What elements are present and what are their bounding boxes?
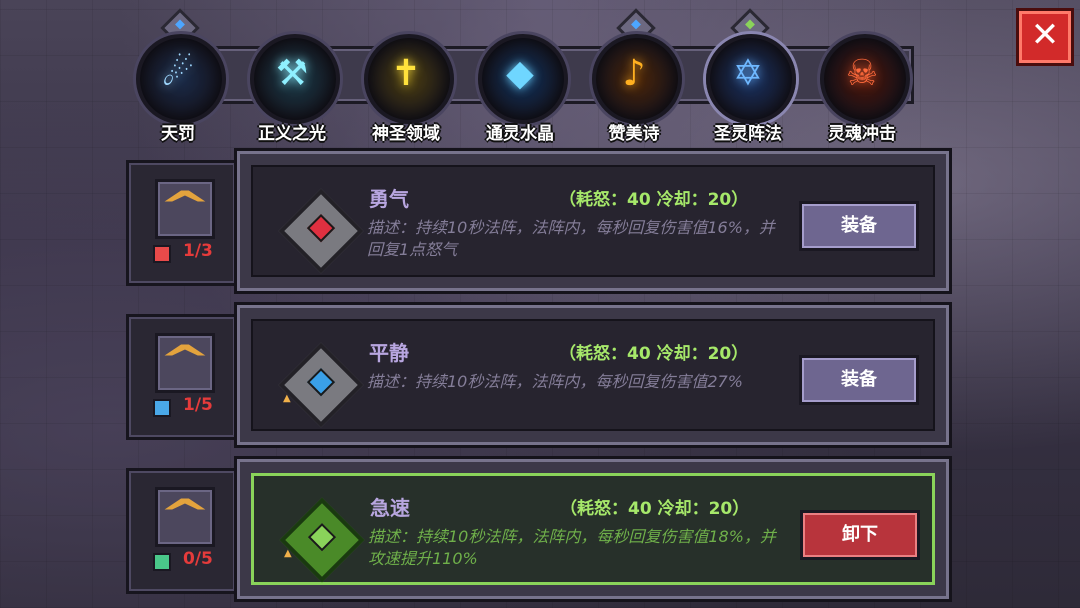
rune-name: 勇气 — [369, 187, 409, 211]
upgrade-button[interactable]: ^ — [155, 179, 215, 239]
rune-card: ▲ 平静 （耗怒：40 冷却：20） 描述：持续10秒法阵，法阵内，每秒回复伤害… — [234, 302, 952, 448]
rune-gem-icon — [278, 342, 364, 428]
rune-card-inner: ▲ 平静 （耗怒：40 冷却：20） 描述：持续10秒法阵，法阵内，每秒回复伤害… — [251, 319, 935, 431]
upgrade-button[interactable]: ^ — [155, 487, 215, 547]
skill-label: 灵魂冲击 — [828, 124, 896, 144]
skill-glyph-icon: ◆ — [506, 53, 534, 94]
rune-description: 描述：持续10秒法阵，法阵内，每秒回复伤害值27% — [367, 372, 743, 391]
level-text: 1/3 — [183, 241, 213, 261]
level-text: 1/5 — [183, 395, 213, 415]
skill-label: 神圣领域 — [372, 124, 440, 144]
rune-row: ^ 1/5 ▲ 平静 （耗怒：40 冷却：20） 描述：持续10秒法阵，法阵内，… — [126, 302, 952, 450]
rune-level-panel: ^ 1/3 — [126, 160, 238, 286]
unequip-button[interactable]: 卸下 — [800, 510, 920, 560]
skill-slot[interactable]: ⚒ 正义之光 — [238, 28, 346, 144]
skill-glyph-icon: ✡ — [732, 53, 764, 94]
skill-glyph-icon: ⚒ — [275, 53, 309, 94]
skill-glyph-icon: ✝ — [390, 53, 422, 94]
rune-cost: （耗怒：40 冷却：20） — [560, 499, 750, 519]
equip-button[interactable]: 装备 — [799, 201, 919, 251]
spark-icon: ▲ — [283, 393, 291, 404]
rune-name: 急速 — [370, 496, 410, 520]
rune-description: 描述：持续10秒法阵，法阵内，每秒回复伤害值16%，并回复1点怒气 — [367, 218, 775, 259]
rune-row: ^ 0/5 ▲ 急速 （耗怒：40 冷却：20） 描述：持续10秒法阵，法阵内，… — [126, 456, 952, 604]
rune-card: ▲ 急速 （耗怒：40 冷却：20） 描述：持续10秒法阵，法阵内，每秒回复伤害… — [234, 456, 952, 602]
rune-row: ^ 1/3 勇气 （耗怒：40 冷却：20） 描述：持续10秒法阵，法阵内，每秒… — [126, 148, 952, 296]
rune-level-panel: ^ 1/5 — [126, 314, 238, 440]
skill-slot[interactable]: ✝ 神圣领域 — [352, 28, 460, 144]
equip-button[interactable]: 装备 — [799, 355, 919, 405]
skill-label: 赞美诗 — [608, 124, 660, 144]
skill-slot[interactable]: ♪ 赞美诗 — [580, 8, 688, 144]
upgrade-button[interactable]: ^ — [155, 333, 215, 393]
rune-card-inner: 勇气 （耗怒：40 冷却：20） 描述：持续10秒法阵，法阵内，每秒回复伤害值1… — [251, 165, 935, 277]
chevron-up-icon: ^ — [158, 184, 212, 230]
rune-level-panel: ^ 0/5 — [126, 468, 238, 594]
skill-label: 天罚 — [161, 124, 195, 144]
rune-card: 勇气 （耗怒：40 冷却：20） 描述：持续10秒法阵，法阵内，每秒回复伤害值1… — [234, 148, 952, 294]
level-text: 0/5 — [183, 549, 213, 569]
rune-gem-icon — [278, 188, 364, 274]
level-icon — [153, 399, 171, 417]
skill-glyph-icon: ☄ — [161, 53, 195, 94]
rune-name: 平静 — [369, 341, 409, 365]
level-icon — [153, 553, 171, 571]
chevron-up-icon: ^ — [158, 492, 212, 538]
skill-slot[interactable]: ☠ 灵魂冲击 — [808, 28, 916, 144]
rune-gem-icon — [279, 497, 365, 583]
rune-card-inner: ▲ 急速 （耗怒：40 冷却：20） 描述：持续10秒法阵，法阵内，每秒回复伤害… — [251, 473, 935, 585]
rune-description: 描述：持续10秒法阵，法阵内，每秒回复伤害值18%，并攻速提升110% — [368, 527, 776, 568]
spark-icon: ▲ — [284, 548, 292, 559]
chevron-up-icon: ^ — [158, 338, 212, 384]
level-icon — [153, 245, 171, 263]
skill-glyph-icon: ☠ — [845, 53, 879, 94]
skill-label: 正义之光 — [258, 124, 326, 144]
skill-slot[interactable]: ✡ 圣灵阵法 — [694, 8, 802, 144]
skill-slot[interactable]: ◆ 通灵水晶 — [466, 28, 574, 144]
close-button[interactable]: ✕ — [1016, 8, 1074, 66]
skill-label: 通灵水晶 — [486, 124, 554, 144]
skill-label: 圣灵阵法 — [714, 124, 782, 144]
rune-cost: （耗怒：40 冷却：20） — [559, 344, 749, 364]
skill-glyph-icon: ♪ — [622, 53, 646, 94]
skill-slot[interactable]: ☄ 天罚 — [124, 8, 232, 144]
rune-cost: （耗怒：40 冷却：20） — [559, 190, 749, 210]
